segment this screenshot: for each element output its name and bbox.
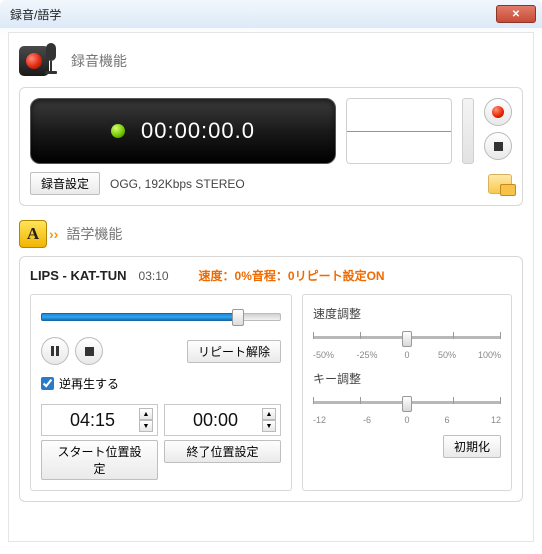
language-title: 語学機能 — [66, 224, 122, 244]
app-window: 録音/語学 ✕ 録音機能 00:00:00.0 — [0, 0, 542, 554]
recording-lcd: 00:00:00.0 — [30, 98, 336, 164]
seek-slider[interactable] — [41, 305, 281, 329]
window-title: 録音/語学 — [10, 6, 496, 23]
start-time-up[interactable]: ▲ — [139, 408, 153, 420]
language-header: A ›› 語学機能 — [19, 220, 523, 248]
pause-button[interactable] — [41, 337, 69, 365]
start-time-down[interactable]: ▼ — [139, 420, 153, 432]
playback-column: リピート解除 逆再生する 04:15 ▲▼ スタート位置設定 — [30, 294, 292, 491]
level-meter — [462, 98, 474, 164]
end-time-input[interactable]: 00:00 ▲▼ — [164, 404, 281, 436]
speed-slider[interactable] — [313, 328, 501, 348]
language-icon: A ›› — [19, 220, 58, 248]
titlebar: 録音/語学 ✕ — [0, 0, 542, 28]
start-time-input[interactable]: 04:15 ▲▼ — [41, 404, 158, 436]
end-time-up[interactable]: ▲ — [262, 408, 276, 420]
speed-adjust-label: 速度調整 — [313, 305, 501, 322]
track-title: LIPS - KAT-TUN — [30, 268, 127, 283]
track-duration: 03:10 — [139, 269, 187, 283]
recording-time: 00:00:00.0 — [141, 118, 255, 144]
recording-title: 録音機能 — [71, 51, 127, 71]
record-icon — [19, 43, 63, 79]
recording-header: 録音機能 — [19, 43, 523, 79]
reverse-playback-label: 逆再生する — [59, 375, 119, 392]
start-time-value: 04:15 — [46, 410, 139, 431]
close-button[interactable]: ✕ — [496, 5, 536, 23]
stop-record-button[interactable] — [484, 132, 512, 160]
reset-button[interactable]: 初期化 — [443, 435, 501, 458]
open-folder-button[interactable] — [488, 174, 512, 194]
recording-panel: 00:00:00.0 録音設定 OGG, 192Kbps STEREO — [19, 87, 523, 206]
adjustment-column: 速度調整 -50%-25%050%100% キー調整 -12-60612 — [302, 294, 512, 491]
stop-button[interactable] — [75, 337, 103, 365]
repeat-release-button[interactable]: リピート解除 — [187, 340, 281, 363]
end-time-value: 00:00 — [169, 410, 262, 431]
set-end-button[interactable]: 終了位置設定 — [164, 440, 281, 463]
record-button[interactable] — [484, 98, 512, 126]
set-start-button[interactable]: スタート位置設定 — [41, 440, 158, 480]
end-time-down[interactable]: ▼ — [262, 420, 276, 432]
waveform-display — [346, 98, 452, 164]
language-panel: LIPS - KAT-TUN 03:10 速度：0%音程：0リピート設定ON — [19, 256, 523, 502]
playback-info: 速度：0%音程：0リピート設定ON — [199, 267, 385, 284]
record-settings-button[interactable]: 録音設定 — [30, 172, 100, 195]
key-adjust-label: キー調整 — [313, 370, 501, 387]
recording-indicator-dot — [111, 124, 125, 138]
reverse-playback-checkbox[interactable] — [41, 377, 54, 390]
recording-format: OGG, 192Kbps STEREO — [110, 177, 245, 191]
key-slider[interactable] — [313, 393, 501, 413]
